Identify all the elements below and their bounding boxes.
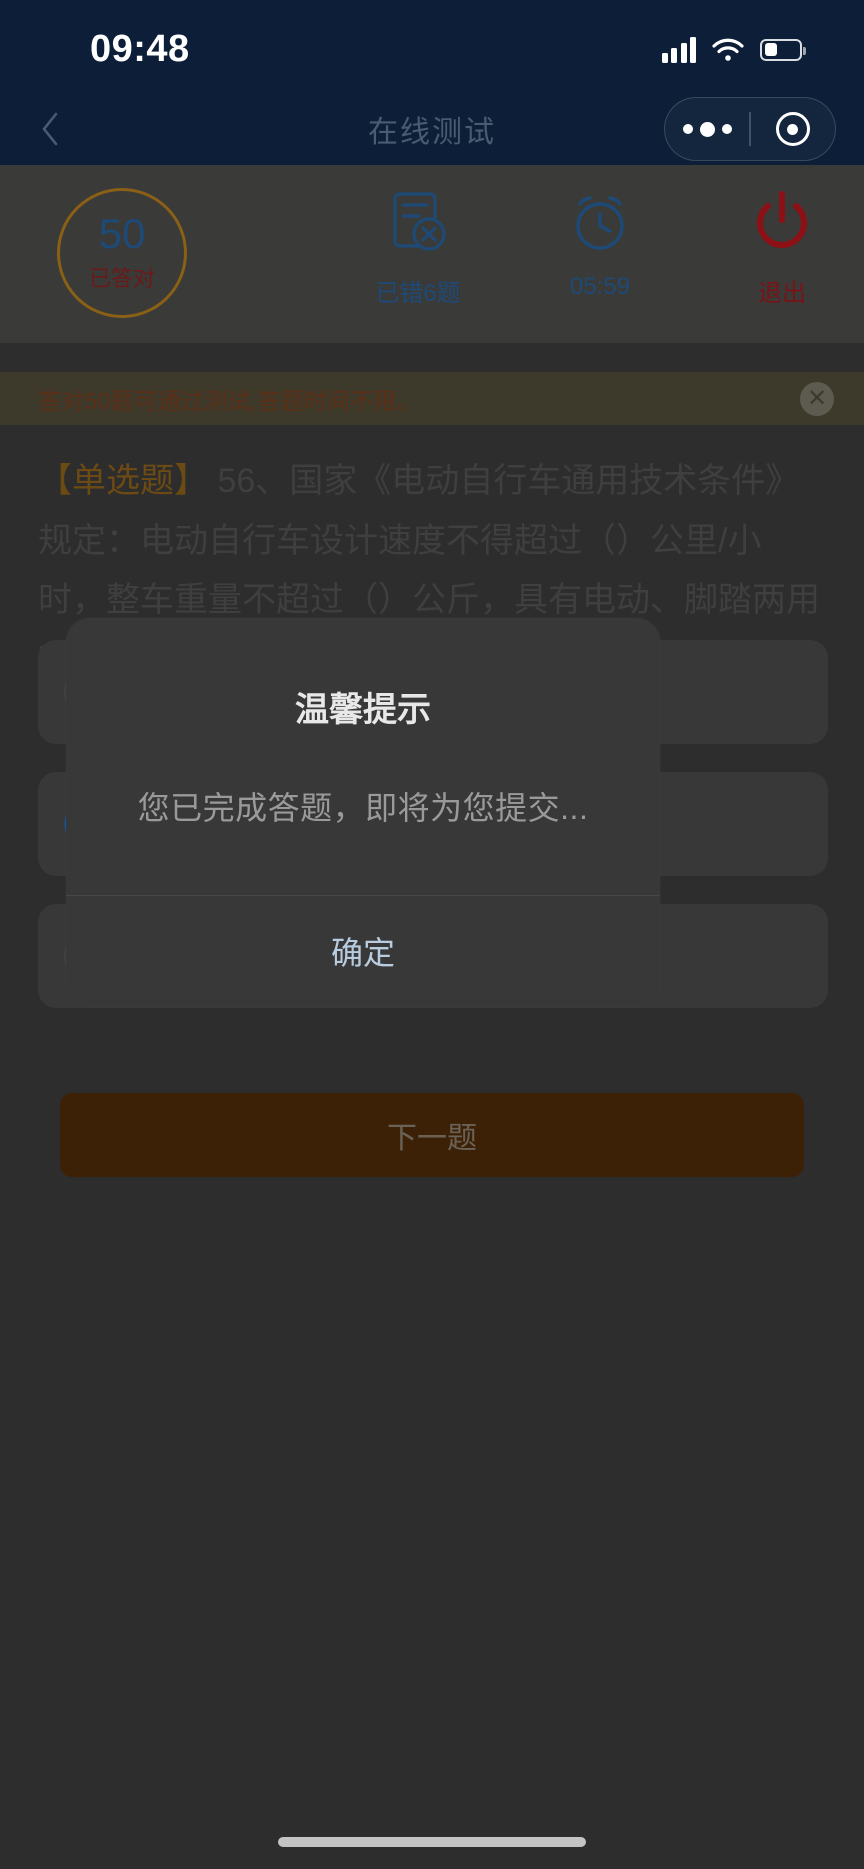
stats-bar: 50 已答对 已错6题 05:59 退出 xyxy=(0,165,864,343)
close-circle-icon[interactable]: ✕ xyxy=(800,381,834,416)
exit-stat[interactable]: 退出 xyxy=(726,183,838,308)
power-exit-icon xyxy=(753,183,811,263)
phone-screen: 09:48 在线测试 50 已答对 已错6题 05:59 退出 答对50题可通过… xyxy=(0,0,864,1869)
status-time: 09:48 xyxy=(90,28,190,70)
timer-stat[interactable]: 05:59 xyxy=(544,183,656,301)
correct-score-circle: 50 已答对 xyxy=(57,188,187,318)
modal-confirm-button[interactable]: 确定 xyxy=(66,896,660,1006)
timer-label: 05:59 xyxy=(569,273,631,300)
back-chevron-icon[interactable] xyxy=(30,109,70,149)
wrong-answers-stat[interactable]: 已错6题 xyxy=(362,183,474,308)
more-dots-icon[interactable] xyxy=(665,121,749,137)
wrong-answers-icon xyxy=(387,183,449,263)
status-bar: 09:48 xyxy=(0,0,864,93)
wechat-capsule xyxy=(664,97,836,161)
correct-count: 50 xyxy=(98,210,146,257)
next-question-button[interactable]: 下一题 xyxy=(60,1093,804,1177)
modal-message: 您已完成答题，即将为您提交... xyxy=(137,790,589,826)
cellular-signal-icon xyxy=(661,36,696,63)
status-indicators xyxy=(661,36,806,63)
correct-label: 已答对 xyxy=(88,266,155,291)
nav-bar: 在线测试 xyxy=(0,93,864,165)
stat-items: 已错6题 05:59 退出 xyxy=(362,183,838,308)
confirm-modal: 温馨提示 您已完成答题，即将为您提交... 确定 xyxy=(66,618,660,1006)
wrong-answers-label: 已错6题 xyxy=(375,280,461,307)
home-indicator xyxy=(278,1837,586,1847)
alarm-clock-icon xyxy=(568,183,632,263)
modal-title: 温馨提示 xyxy=(295,691,431,729)
exit-label: 退出 xyxy=(758,280,806,307)
target-circle-icon[interactable] xyxy=(751,112,835,146)
battery-icon xyxy=(760,38,806,61)
notice-text: 答对50题可通过测试,答题时间不限。 xyxy=(38,387,421,414)
wifi-icon xyxy=(712,38,744,62)
question-type-tag: 【单选题】 xyxy=(38,462,208,500)
notice-bar: 答对50题可通过测试,答题时间不限。 ✕ xyxy=(0,372,864,425)
